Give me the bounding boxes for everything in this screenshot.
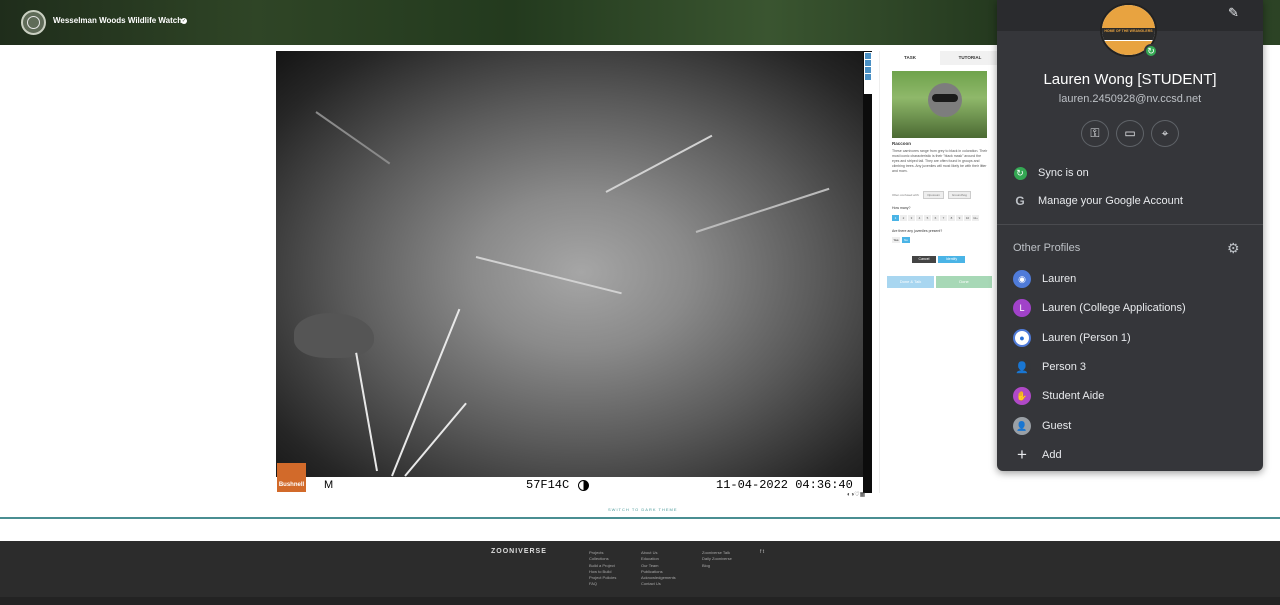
profile-item-guest[interactable]: 👤 Guest: [1013, 417, 1071, 435]
profile-name: Lauren Wong [STUDENT]: [1043, 71, 1217, 88]
tab-tutorial[interactable]: TUTORIAL: [940, 51, 1000, 65]
project-title[interactable]: Wesselman Woods Wildlife Watch: [53, 16, 182, 25]
footer-link[interactable]: Daily Zooniverse: [702, 556, 732, 562]
camera-mark: M: [324, 479, 334, 491]
zooniverse-logo[interactable]: ZOONIVERSE: [491, 548, 547, 555]
switch-dark-theme-link[interactable]: SWITCH TO DARK THEME: [608, 507, 678, 512]
footer-column-about: About Us Education Our Team Publications…: [641, 550, 676, 588]
tab-task[interactable]: TASK: [880, 51, 940, 65]
footer-link[interactable]: FAQ: [589, 581, 616, 587]
profile-item-person-1[interactable]: ● Lauren (Person 1): [1013, 329, 1131, 347]
avatar: ✋: [1013, 387, 1031, 405]
done-button[interactable]: Done: [936, 276, 992, 288]
species-name: Raccoon: [892, 141, 912, 146]
count-option[interactable]: 7: [940, 215, 947, 221]
moon-phase-icon: [578, 480, 589, 491]
avatar: L: [1013, 299, 1031, 317]
verified-icon: ✓: [181, 18, 187, 24]
avatar: 👤: [1013, 417, 1031, 435]
footer-column-projects: Projects Collections Build a Project How…: [589, 550, 616, 588]
count-option[interactable]: 4: [916, 215, 923, 221]
footer-column-talk: Zooniverse Talk Daily Zooniverse Blog: [702, 550, 732, 569]
done-and-talk-button[interactable]: Done & Talk: [887, 276, 934, 288]
count-option[interactable]: 1: [892, 215, 899, 221]
confused-with: Often confused with: Opossum Groundhog: [892, 191, 971, 199]
species-description: These carnivores range from grey to blac…: [892, 149, 988, 173]
image-controls[interactable]: ◐◑♡▦: [847, 491, 865, 498]
menu-divider: [997, 224, 1263, 225]
how-many-question: How many?: [892, 206, 911, 210]
profile-email: lauren.2450928@nv.ccsd.net: [1058, 93, 1202, 105]
count-option[interactable]: 8: [948, 215, 955, 221]
confused-opossum-button[interactable]: Opossum: [923, 191, 945, 199]
profile-item-lauren[interactable]: ◉ Lauren: [1013, 270, 1076, 288]
profile-item-college-applications[interactable]: L Lauren (College Applications): [1013, 299, 1186, 317]
avatar: 👤: [1013, 358, 1031, 376]
avatar: ●: [1013, 329, 1031, 347]
avatar: ◉: [1013, 270, 1031, 288]
camera-brand-logo: Bushnell: [277, 463, 306, 492]
rotate-icon[interactable]: [865, 74, 871, 80]
count-option[interactable]: 11+: [972, 215, 979, 221]
count-option[interactable]: 9: [956, 215, 963, 221]
juveniles-selector: Yes No: [892, 237, 910, 243]
footer-link[interactable]: Blog: [702, 563, 732, 569]
credit-card-icon[interactable]: ▭: [1116, 120, 1144, 147]
other-profiles-title: Other Profiles: [1013, 242, 1081, 254]
divider: [0, 517, 1280, 519]
juveniles-question: Are there any juveniles present?: [892, 229, 943, 233]
gear-icon[interactable]: ⚙: [1227, 240, 1240, 257]
cancel-button[interactable]: Cancel: [912, 256, 936, 263]
count-option[interactable]: 5: [924, 215, 931, 221]
social-icons[interactable]: f t: [760, 549, 764, 555]
location-pin-icon[interactable]: ⌖: [1151, 120, 1179, 147]
count-selector: 1 2 3 4 5 6 7 8 9 10 11+: [892, 215, 979, 221]
profile-item-person-3[interactable]: 👤 Person 3: [1013, 358, 1086, 376]
project-avatar[interactable]: [21, 10, 46, 35]
yes-option[interactable]: Yes: [892, 237, 900, 243]
no-option[interactable]: No: [902, 237, 910, 243]
sync-status-row[interactable]: ↻ Sync is on: [1013, 166, 1089, 180]
count-option[interactable]: 6: [932, 215, 939, 221]
sync-badge-icon: ↻: [1144, 44, 1158, 58]
zoom-out-icon[interactable]: [865, 67, 871, 73]
trail-camera-photo: [276, 51, 863, 477]
manage-account-row[interactable]: G Manage your Google Account: [1013, 194, 1183, 208]
footer-link[interactable]: Build a Project: [589, 563, 616, 569]
species-thumbnail: [892, 71, 987, 138]
image-toolbar: [864, 52, 872, 94]
task-panel: TASK TUTORIAL Raccoon These carnivores r…: [879, 51, 1000, 493]
profile-menu: ✎ HOME OF THE WRANGLERS ↻ Lauren Wong [S…: [997, 0, 1263, 471]
key-icon[interactable]: ⚿: [1081, 120, 1109, 147]
camera-timestamp: 11-04-2022 04:36:40: [716, 478, 853, 492]
footer-bottom-bar: [0, 597, 1280, 605]
edit-pencil-icon[interactable]: ✎: [1228, 5, 1239, 21]
footer-link[interactable]: Contact Us: [641, 581, 676, 587]
site-footer: [0, 541, 1280, 605]
sync-icon: ↻: [1013, 166, 1027, 180]
subject-viewer[interactable]: Bushnell M 57F14C 11-04-2022 04:36:40: [276, 51, 872, 493]
confused-groundhog-button[interactable]: Groundhog: [947, 191, 971, 199]
pan-tool-icon[interactable]: [865, 53, 871, 59]
count-option[interactable]: 3: [908, 215, 915, 221]
count-option[interactable]: 2: [900, 215, 907, 221]
add-profile-row[interactable]: + Add: [1013, 445, 1062, 464]
count-option[interactable]: 10: [964, 215, 971, 221]
identify-button[interactable]: Identify: [938, 256, 965, 263]
zoom-in-icon[interactable]: [865, 60, 871, 66]
camera-code: 57F14C: [526, 478, 570, 492]
google-g-icon: G: [1015, 194, 1025, 208]
plus-icon: +: [1017, 445, 1027, 464]
profile-item-student-aide[interactable]: ✋ Student Aide: [1013, 387, 1104, 405]
